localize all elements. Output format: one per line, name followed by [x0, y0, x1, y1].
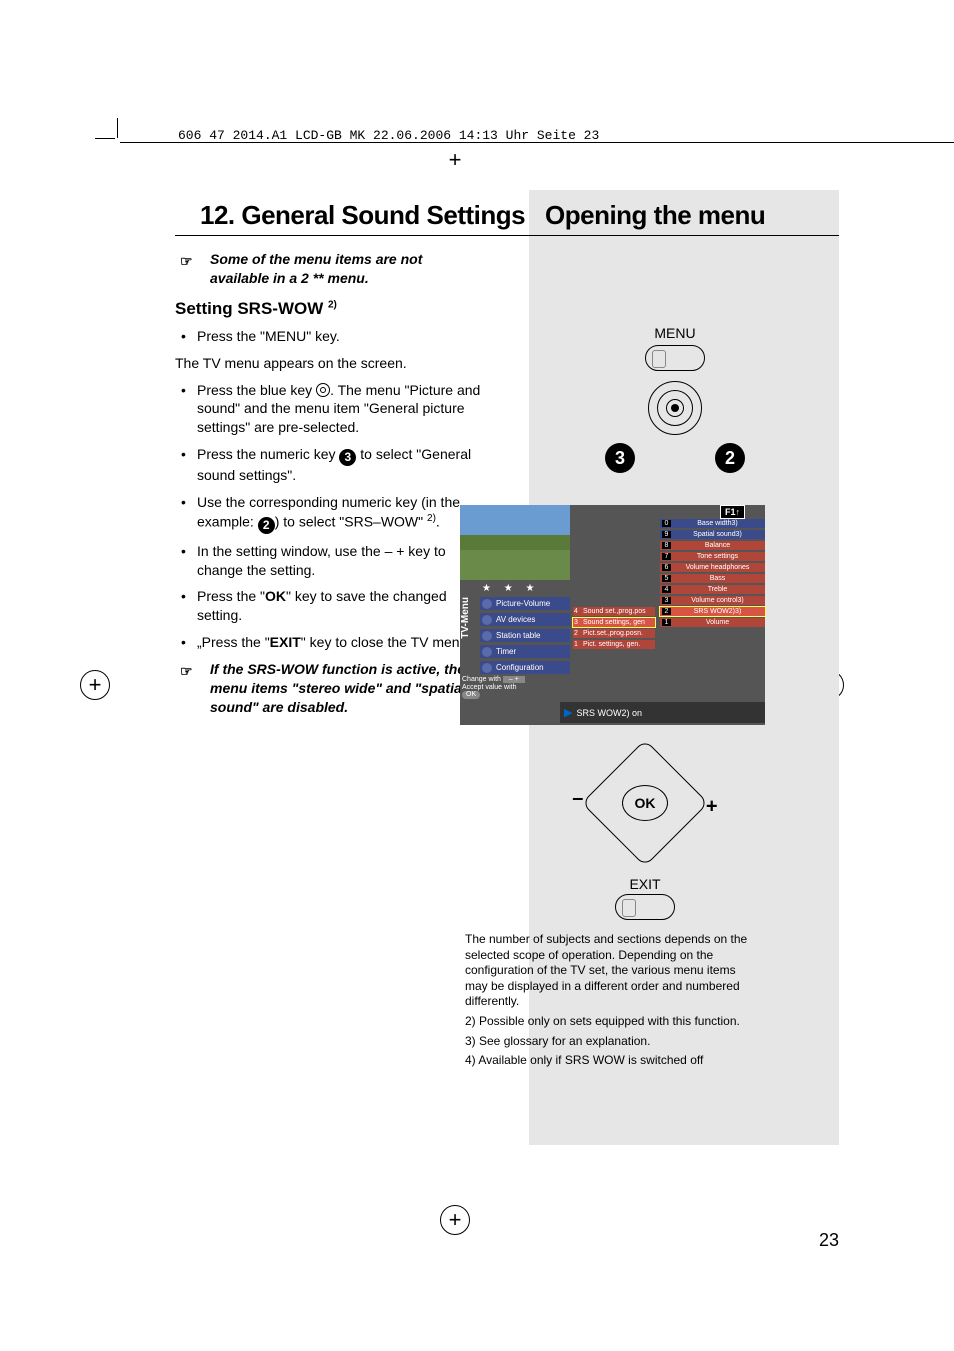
plus-icon: +: [706, 795, 718, 818]
page-number: 23: [819, 1230, 839, 1251]
body-text: ☞ Some of the menu items are not availab…: [175, 250, 485, 727]
crop-mark: [95, 138, 115, 139]
menu-key-label: MENU: [575, 325, 775, 341]
osd-mid-item: 3Sound settings, gen: [573, 618, 655, 627]
ok-button-icon: OK: [622, 785, 668, 821]
page-content: 12. General Sound Settings Opening the m…: [115, 170, 839, 1251]
numeric-key-2-icon: 2: [715, 443, 745, 473]
subheading: Setting SRS-WOW 2): [175, 298, 485, 321]
note-text: ☞ Some of the menu items are not availab…: [210, 250, 485, 288]
instruction-step: Press the "OK" key to save the changed s…: [193, 587, 485, 625]
paragraph: The TV menu appears on the screen.: [175, 354, 485, 373]
osd-menu-label: TV-Menu: [460, 597, 471, 639]
play-triangle-icon: ▶: [564, 707, 572, 719]
remote-ok-diagram: + – OK EXIT: [565, 740, 725, 930]
instruction-step: Press the "MENU" key.: [193, 327, 485, 346]
osd-left-item: Station table: [480, 629, 570, 642]
exit-button-icon: [615, 894, 675, 920]
osd-left-item: Timer: [480, 645, 570, 658]
pointing-hand-icon: ☞: [180, 662, 193, 681]
numeric-key-3-icon: 3: [605, 443, 635, 473]
crop-mark: [117, 118, 118, 138]
osd-right-item: 9Spatial sound3): [660, 530, 765, 539]
footnote-text: 3) See glossary for an explanation.: [465, 1034, 755, 1050]
osd-right-item: 0Base width3): [660, 519, 765, 528]
osd-right-item: 1Volume: [660, 618, 765, 627]
instruction-step: „Press the "EXIT" key to close the TV me…: [193, 633, 485, 652]
osd-right-item: 3Volume control3): [660, 596, 765, 605]
instruction-step: In the setting window, use the – + key t…: [193, 542, 485, 580]
instruction-step: Press the blue key . The menu "Picture a…: [193, 381, 485, 438]
title-rule: [175, 235, 839, 236]
osd-subtext: ▶SRS WOW2) on: [560, 702, 765, 723]
footnotes: The number of subjects and sections depe…: [465, 932, 755, 1073]
osd-left-item: Configuration: [480, 661, 570, 674]
footnote-text: The number of subjects and sections depe…: [465, 932, 755, 1010]
osd-f1-badge: F1↑: [720, 505, 745, 519]
osd-screenshot: ★ ★ ★ TV-Menu F1↑ Picture-Volume AV devic…: [460, 505, 765, 725]
osd-left-list: Picture-Volume AV devices Station table Tim…: [480, 597, 570, 677]
remote-menu-diagram: MENU 3 2: [575, 325, 775, 473]
osd-mid-list: 4Sound set.,prog.pos 3Sound settings, gen…: [573, 607, 655, 651]
osd-preview-image: [460, 505, 570, 580]
osd-right-item: 7Tone settings: [660, 552, 765, 561]
osd-right-item: 4Treble: [660, 585, 765, 594]
osd-mid-item: 4Sound set.,prog.pos: [573, 607, 655, 616]
print-header: 606 47 2014.A1 LCD-GB MK 22.06.2006 14:1…: [178, 128, 599, 143]
exit-key-label: EXIT: [565, 876, 725, 892]
numeric-key-3-icon: 3: [339, 449, 356, 466]
direction-pad-icon: + – OK: [581, 739, 708, 866]
osd-right-item: 6Volume headphones: [660, 563, 765, 572]
osd-left-item: Picture-Volume: [480, 597, 570, 610]
note-text: ☞ If the SRS-WOW function is active, the…: [210, 660, 485, 717]
osd-right-item: 2SRS WOW2)3): [660, 607, 765, 616]
osd-mid-item: 2Pict.set.,prog.posn.: [573, 629, 655, 638]
blue-key-icon: [316, 383, 330, 397]
osd-left-item: AV devices: [480, 613, 570, 626]
section-title: 12. General Sound Settings: [200, 200, 525, 231]
minus-icon: –: [572, 787, 583, 810]
osd-mid-item: 1Pict. settings, gen.: [573, 640, 655, 649]
osd-hint: Change with – + Accept value with OK: [462, 676, 525, 699]
osd-right-item: 5Bass: [660, 574, 765, 583]
osd-stars: ★ ★ ★: [482, 583, 539, 594]
osd-right-list: 0Base width3) 9Spatial sound3) 8Balance 7To…: [660, 519, 765, 629]
blue-key-icon: [648, 381, 702, 435]
pointing-hand-icon: ☞: [180, 252, 193, 271]
header-rule: [120, 142, 954, 143]
footnote-text: 2) Possible only on sets equipped with t…: [465, 1014, 755, 1030]
instruction-step: Use the corresponding numeric key (in th…: [193, 493, 485, 534]
menu-button-icon: [645, 345, 705, 371]
instruction-step: Press the numeric key 3 to select "Gener…: [193, 445, 485, 485]
osd-right-item: 8Balance: [660, 541, 765, 550]
footnote-text: 4) Available only if SRS WOW is switched…: [465, 1053, 755, 1069]
registration-mark: [80, 670, 110, 700]
numeric-key-2-icon: 2: [258, 517, 275, 534]
sidebar-title: Opening the menu: [545, 200, 765, 231]
